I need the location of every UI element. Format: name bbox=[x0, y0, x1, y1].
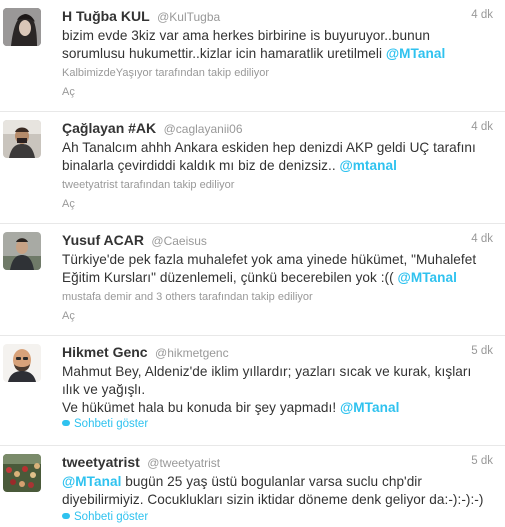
tweet-text: Türkiye'de pek fazla muhalefet yok ama y… bbox=[62, 251, 502, 287]
followed-by-text[interactable]: mustafa demir and 3 others tarafından ta… bbox=[62, 291, 313, 303]
conversation-bubble-icon bbox=[62, 513, 70, 519]
tweet-text-line: binalarla çevirdiddi kaldık mı biz de de… bbox=[62, 158, 336, 173]
tweet[interactable]: H Tuğba KUL @KulTugba 4 dk bizim evde 3k… bbox=[0, 0, 505, 112]
followed-by-text[interactable]: tweetyatrist tarafından takip ediliyor bbox=[62, 179, 234, 191]
mention-link[interactable]: @MTanal bbox=[340, 400, 399, 415]
profile-photo-icon bbox=[3, 454, 41, 492]
tweet-text-line: ılık ve yağışlı. bbox=[62, 382, 146, 397]
user-handle[interactable]: @hikmetgenc bbox=[155, 346, 229, 360]
tweet-text-line: sorumlusu hukumettir..kizlar icin hamara… bbox=[62, 46, 383, 61]
tweet-text: Mahmut Bey, Aldeniz'de iklim yıllardır; … bbox=[62, 363, 502, 417]
avatar[interactable] bbox=[3, 8, 41, 46]
tweet-header: Yusuf ACAR @Caeisus 4 dk bbox=[62, 232, 505, 250]
tweet-text-line: bizim evde 3kiz var ama herkes birbirine… bbox=[62, 28, 430, 43]
timestamp[interactable]: 5 dk bbox=[471, 455, 493, 467]
mention-link[interactable]: @MTanal bbox=[386, 46, 445, 61]
tweet-text: Ah Tanalcım ahhh Ankara eskiden hep deni… bbox=[62, 139, 502, 175]
tweet-text-line: Türkiye'de pek fazla muhalefet yok ama y… bbox=[62, 252, 477, 267]
timestamp[interactable]: 4 dk bbox=[471, 121, 493, 133]
tweet-text: @MTanal bugün 25 yaş üstü bogulanlar var… bbox=[62, 473, 502, 509]
avatar[interactable] bbox=[3, 344, 41, 382]
user-name[interactable]: Çağlayan #AK bbox=[62, 120, 156, 136]
tweet[interactable]: Hikmet Genc @hikmetgenc 5 dk Mahmut Bey,… bbox=[0, 336, 505, 446]
tweet-text: bizim evde 3kiz var ama herkes birbirine… bbox=[62, 27, 502, 63]
conversation-bubble-icon bbox=[62, 420, 70, 426]
avatar[interactable] bbox=[3, 232, 41, 270]
expand-link[interactable]: Aç bbox=[62, 86, 75, 98]
show-conversation-link[interactable]: Sohbeti göster bbox=[62, 418, 148, 430]
user-handle[interactable]: @tweetyatrist bbox=[147, 456, 220, 470]
user-name[interactable]: Yusuf ACAR bbox=[62, 232, 144, 248]
show-conversation-link[interactable]: Sohbeti göster bbox=[62, 511, 148, 523]
tweet-text-line: bugün 25 yaş üstü bogulanlar varsa suclu… bbox=[121, 474, 422, 489]
show-conversation-label: Sohbeti göster bbox=[74, 511, 149, 523]
user-name[interactable]: Hikmet Genc bbox=[62, 344, 148, 360]
tweet-text-line: Eğitim Kursları" düzenlemeli, çünkü bece… bbox=[62, 270, 394, 285]
user-name[interactable]: H Tuğba KUL bbox=[62, 8, 150, 24]
avatar[interactable] bbox=[3, 120, 41, 158]
user-handle[interactable]: @Caeisus bbox=[151, 234, 207, 248]
profile-photo-icon bbox=[3, 344, 41, 382]
mention-link[interactable]: @MTanal bbox=[398, 270, 457, 285]
tweet-header: Çağlayan #AK @caglayanii06 4 dk bbox=[62, 120, 505, 138]
tweet[interactable]: Yusuf ACAR @Caeisus 4 dk Türkiye'de pek … bbox=[0, 224, 505, 336]
tweet-header: tweetyatrist @tweetyatrist 5 dk bbox=[62, 454, 505, 472]
tweet-header: H Tuğba KUL @KulTugba 4 dk bbox=[62, 8, 505, 26]
followed-by-text[interactable]: KalbimizdeYaşıyor tarafından takip edili… bbox=[62, 67, 269, 79]
mention-link[interactable]: @MTanal bbox=[62, 474, 121, 489]
user-handle[interactable]: @KulTugba bbox=[157, 10, 220, 24]
user-handle[interactable]: @caglayanii06 bbox=[164, 122, 243, 136]
timestamp[interactable]: 5 dk bbox=[471, 345, 493, 357]
tweet-text-line: diyebilirmiyiz. Cocuklukları sizin iktid… bbox=[62, 492, 484, 507]
profile-photo-icon bbox=[3, 120, 41, 158]
profile-photo-icon bbox=[3, 8, 41, 46]
mention-link[interactable]: @mtanal bbox=[339, 158, 396, 173]
tweet-text-line: Ah Tanalcım ahhh Ankara eskiden hep deni… bbox=[62, 140, 476, 155]
tweet[interactable]: tweetyatrist @tweetyatrist 5 dk @MTanal … bbox=[0, 446, 505, 527]
tweet-text-line: Mahmut Bey, Aldeniz'de iklim yıllardır; … bbox=[62, 364, 472, 379]
timestamp[interactable]: 4 dk bbox=[471, 9, 493, 21]
avatar[interactable] bbox=[3, 454, 41, 492]
show-conversation-label: Sohbeti göster bbox=[74, 418, 149, 430]
tweet-header: Hikmet Genc @hikmetgenc 5 dk bbox=[62, 344, 505, 362]
profile-photo-icon bbox=[3, 232, 41, 270]
expand-link[interactable]: Aç bbox=[62, 310, 75, 322]
user-name[interactable]: tweetyatrist bbox=[62, 454, 140, 470]
tweet-text-line: Ve hükümet hala bu konuda bir şey yapmad… bbox=[62, 400, 337, 415]
expand-link[interactable]: Aç bbox=[62, 198, 75, 210]
timestamp[interactable]: 4 dk bbox=[471, 233, 493, 245]
tweet-feed: H Tuğba KUL @KulTugba 4 dk bizim evde 3k… bbox=[0, 0, 505, 527]
tweet[interactable]: Çağlayan #AK @caglayanii06 4 dk Ah Tanal… bbox=[0, 112, 505, 224]
